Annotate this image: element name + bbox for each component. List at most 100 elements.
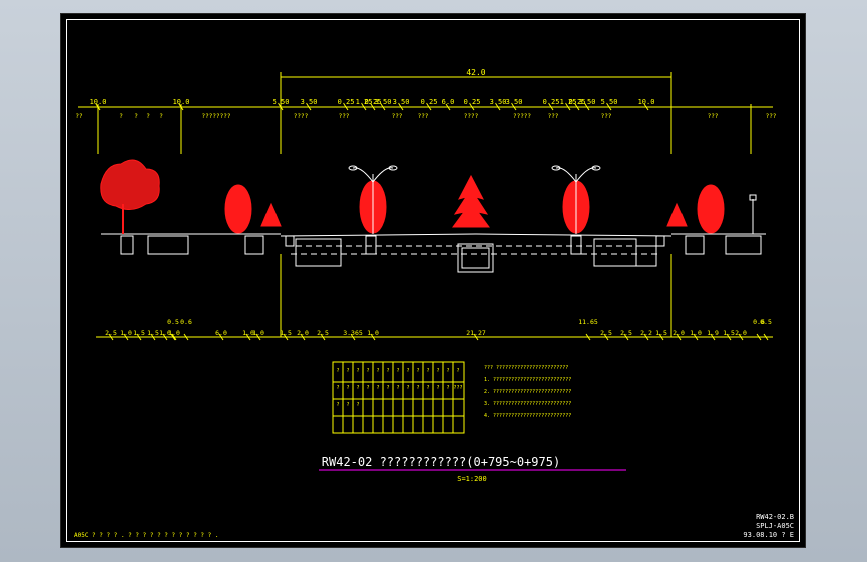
top-dimension-value: 0.25 <box>421 98 438 106</box>
title-block-line-1: RW42-02.B <box>756 513 794 521</box>
note-line: 3. ?????????????????????????? <box>484 401 571 407</box>
quantity-table: ??????????????????????????????? <box>332 361 465 434</box>
table-cell: ? <box>396 385 399 391</box>
top-zone-label: ? <box>159 113 163 120</box>
table-cell: ? <box>406 385 409 391</box>
conifer-median <box>452 174 490 228</box>
table-cell: ? <box>426 385 429 391</box>
bottom-dimension-value: 6.0 <box>215 329 227 337</box>
table-cell: ? <box>396 368 399 374</box>
table-cell: ? <box>336 368 339 374</box>
bottom-dimension-value: 2.0 <box>673 329 685 337</box>
top-dimension-value: 0.25 <box>338 98 355 106</box>
table-cell: ? <box>356 368 359 374</box>
bottom-dimension-value: 1.5 <box>147 329 159 337</box>
tree-red-1 <box>224 184 252 234</box>
table-cell: ? <box>366 368 369 374</box>
top-zone-label: ? <box>119 113 123 120</box>
top-zone-label: ????? <box>513 113 531 120</box>
title-block-line-2: SPLJ-A05C <box>756 522 794 530</box>
bottom-dimension-value: 3.365 <box>343 329 363 337</box>
bottom-dimension-value: 1.9 <box>707 329 719 337</box>
bottom-dimension-value: 1.5 <box>133 329 145 337</box>
bottom-dimension-value: 1.0 <box>252 329 264 337</box>
top-zone-label: ???? <box>294 113 309 120</box>
note-line: 1. ?????????????????????????? <box>484 377 571 383</box>
top-zone-label: ??? <box>548 113 559 120</box>
bottom-dimension-value: 2.5 <box>620 329 632 337</box>
drawing-sheet: 42.0 10.0 10.0 5.50 3.50 0.25 1.25 0.25 3.50 3.5… <box>60 13 806 548</box>
top-dimension-value: 5.50 <box>601 98 618 106</box>
top-dimension-value: 3.50 <box>579 98 596 106</box>
cross-section-drawing: 42.0 10.0 10.0 5.50 3.50 0.25 1.250.253.50 3.5… <box>74 68 794 539</box>
table-cell: ? <box>376 385 379 391</box>
bottom-dimension-value: 0.5 <box>760 318 772 326</box>
top-zone-label: ??? <box>601 113 612 120</box>
table-cell: ? <box>446 368 449 374</box>
table-cell: ? <box>416 385 419 391</box>
title-block-line-3: 93.08.10 ? E <box>743 531 794 539</box>
drawing-scale: S=1:200 <box>457 475 487 483</box>
table-cell: ? <box>336 402 339 408</box>
table-cell: ? <box>346 368 349 374</box>
top-dimension-value: 0.25 <box>543 98 560 106</box>
street-lights <box>348 165 757 234</box>
bottom-dimension-value: 1.5 <box>655 329 667 337</box>
bottom-dimension-value: 1.5 <box>723 329 735 337</box>
tree-left-large <box>100 159 160 234</box>
shrub-red-2 <box>666 202 688 227</box>
general-notes: ??? ???????????????????????? 1. ?????????… <box>484 365 571 419</box>
street-light-left <box>348 165 398 234</box>
ground-profile <box>101 233 766 273</box>
bottom-dimension-value: 0.6 <box>180 318 192 326</box>
table-cell: ? <box>346 385 349 391</box>
bottom-dimension-value: 2.2 <box>640 329 652 337</box>
bottom-dimension-value: 1.5 <box>280 329 292 337</box>
total-width-label: 42.0 <box>466 68 485 77</box>
table-cell: ? <box>366 385 369 391</box>
bottom-dimension-value: 1.0 <box>690 329 702 337</box>
note-line: 4. ?????????????????????????? <box>484 413 571 419</box>
table-cell: ? <box>406 368 409 374</box>
top-dimension-value: 6.0 <box>442 98 455 106</box>
table-cell: ? <box>436 385 439 391</box>
table-cell: ? <box>356 385 359 391</box>
shrub-red-1 <box>260 202 282 227</box>
table-cell: ??? <box>453 385 462 391</box>
bottom-dimension-value: 0.5 <box>167 318 179 326</box>
drawing-title: RW42-02 ????????????(0+795~0+975) <box>322 455 560 469</box>
bottom-left-note: A05C ? ? ? ? . ? ? ? ? ? ? ? ? ? ? ? ? . <box>74 532 219 539</box>
bottom-dimension-line <box>96 254 773 338</box>
bottom-dimension-value: 1.0 <box>367 329 379 337</box>
table-cell: ? <box>386 368 389 374</box>
bottom-dimension-value: 2.0 <box>735 329 747 337</box>
overall-width-dimension: 42.0 <box>280 68 672 154</box>
top-dimension-value: 5.50 <box>273 98 290 106</box>
table-cell: ? <box>436 368 439 374</box>
top-zone-label: ???????? <box>202 113 231 120</box>
table-cell: ? <box>356 402 359 408</box>
top-dimension-value: 3.50 <box>490 98 507 106</box>
top-dimension-value: 3.50 <box>375 98 392 106</box>
table-cell: ? <box>376 368 379 374</box>
red-vegetation <box>100 159 725 234</box>
note-line: ??? ???????????????????????? <box>484 365 568 371</box>
top-dimension-line: 10.0 10.0 5.50 3.50 0.25 1.250.253.50 3.50 0.25… <box>78 98 773 154</box>
top-zone-label: ?? <box>75 113 83 120</box>
top-dimension-value: 3.50 <box>301 98 318 106</box>
top-zone-label: ? <box>146 113 150 120</box>
bottom-dimension-value: 2.5 <box>600 329 612 337</box>
bottom-dimension-value: 2.0 <box>297 329 309 337</box>
bottom-dimension-value: 1.0 <box>168 329 180 337</box>
table-cell: ? <box>446 385 449 391</box>
table-cell: ? <box>456 368 459 374</box>
bottom-dimension-value: 1.0 <box>120 329 132 337</box>
bottom-dimension-value: 11.65 <box>578 318 598 326</box>
top-zone-label: ??? <box>708 113 719 120</box>
table-cell: ? <box>386 385 389 391</box>
top-zone-label: ? <box>134 113 138 120</box>
bottom-dimension-value: 2.5 <box>317 329 329 337</box>
top-zone-label: ??? <box>392 113 403 120</box>
top-zone-label: ??? <box>339 113 350 120</box>
table-cell: ? <box>336 385 339 391</box>
